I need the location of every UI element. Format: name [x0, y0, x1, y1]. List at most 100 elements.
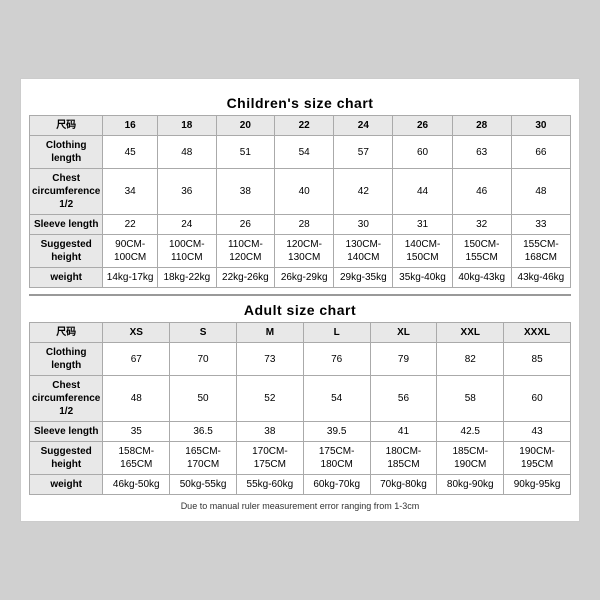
table-cell: 44	[393, 169, 452, 215]
table-row: Clothing length4548515457606366	[30, 136, 571, 169]
table-cell: 28	[275, 215, 334, 235]
table-cell: 140CM-150CM	[393, 235, 452, 268]
row-label: Suggested height	[30, 235, 103, 268]
table-cell: 175CM-180CM	[303, 442, 370, 475]
table-cell: 150CM-155CM	[452, 235, 511, 268]
row-label: Clothing length	[30, 343, 103, 376]
table-cell: 24	[157, 215, 216, 235]
table-cell: 48	[103, 376, 170, 422]
children-header-cell: 20	[216, 116, 274, 136]
table-cell: 46	[452, 169, 511, 215]
table-cell: 90kg-95kg	[504, 475, 571, 495]
table-cell: 60kg-70kg	[303, 475, 370, 495]
table-cell: 22	[103, 215, 158, 235]
note: Due to manual ruler measurement error ra…	[29, 501, 571, 511]
row-label: weight	[30, 268, 103, 288]
table-cell: 35kg-40kg	[393, 268, 452, 288]
row-label: Chest circumference 1/2	[30, 169, 103, 215]
table-cell: 54	[275, 136, 334, 169]
table-cell: 18kg-22kg	[157, 268, 216, 288]
table-cell: 80kg-90kg	[437, 475, 504, 495]
row-label: Sleeve length	[30, 215, 103, 235]
table-cell: 55kg-60kg	[236, 475, 303, 495]
table-cell: 70	[170, 343, 237, 376]
table-cell: 58	[437, 376, 504, 422]
adult-header-cell: XXL	[437, 323, 504, 343]
table-cell: 33	[511, 215, 570, 235]
table-cell: 60	[504, 376, 571, 422]
table-cell: 48	[511, 169, 570, 215]
children-title: Children's size chart	[29, 95, 571, 111]
table-row: Clothing length67707376798285	[30, 343, 571, 376]
table-row: weight46kg-50kg50kg-55kg55kg-60kg60kg-70…	[30, 475, 571, 495]
table-cell: 42	[334, 169, 393, 215]
table-cell: 120CM-130CM	[275, 235, 334, 268]
adult-header-cell: S	[170, 323, 237, 343]
adult-header-cell: L	[303, 323, 370, 343]
table-cell: 38	[216, 169, 274, 215]
table-cell: 29kg-35kg	[334, 268, 393, 288]
adult-header-cell: XS	[103, 323, 170, 343]
table-row: Suggested height158CM-165CM165CM-170CM 17…	[30, 442, 571, 475]
divider	[29, 294, 571, 296]
children-header-cell: 18	[157, 116, 216, 136]
table-cell: 51	[216, 136, 274, 169]
table-cell: 158CM-165CM	[103, 442, 170, 475]
table-cell: 48	[157, 136, 216, 169]
row-label: Chest circumference 1/2	[30, 376, 103, 422]
table-cell: 85	[504, 343, 571, 376]
row-label: Clothing length	[30, 136, 103, 169]
table-cell: 50	[170, 376, 237, 422]
table-cell: 155CM-168CM	[511, 235, 570, 268]
table-cell: 45	[103, 136, 158, 169]
table-cell: 130CM-140CM	[334, 235, 393, 268]
table-row: weight14kg-17kg18kg-22kg22kg-26kg26kg-29…	[30, 268, 571, 288]
row-label: Sleeve length	[30, 422, 103, 442]
table-row: Suggested height90CM-100CM100CM-110CM110…	[30, 235, 571, 268]
table-cell: 165CM-170CM	[170, 442, 237, 475]
table-row: Chest circumference 1/248505254565860	[30, 376, 571, 422]
children-header-cell: 26	[393, 116, 452, 136]
table-cell: 56	[370, 376, 437, 422]
children-table: 尺码1618202224262830 Clothing length454851…	[29, 115, 571, 288]
adult-header-cell: XL	[370, 323, 437, 343]
table-cell: 43kg-46kg	[511, 268, 570, 288]
table-cell: 30	[334, 215, 393, 235]
adult-header-cell: XXXL	[504, 323, 571, 343]
table-cell: 90CM-100CM	[103, 235, 158, 268]
table-cell: 54	[303, 376, 370, 422]
adult-header-cell: 尺码	[30, 323, 103, 343]
table-cell: 36	[157, 169, 216, 215]
children-header-cell: 22	[275, 116, 334, 136]
table-cell: 63	[452, 136, 511, 169]
table-cell: 26kg-29kg	[275, 268, 334, 288]
table-cell: 32	[452, 215, 511, 235]
table-cell: 82	[437, 343, 504, 376]
row-label: Suggested height	[30, 442, 103, 475]
table-cell: 67	[103, 343, 170, 376]
adult-title: Adult size chart	[29, 302, 571, 318]
table-cell: 39.5	[303, 422, 370, 442]
table-cell: 57	[334, 136, 393, 169]
table-cell: 110CM-120CM	[216, 235, 274, 268]
table-cell: 35	[103, 422, 170, 442]
table-cell: 41	[370, 422, 437, 442]
children-header-cell: 28	[452, 116, 511, 136]
table-cell: 60	[393, 136, 452, 169]
table-row: Chest circumference 1/23436384042444648	[30, 169, 571, 215]
table-cell: 31	[393, 215, 452, 235]
table-cell: 70kg-80kg	[370, 475, 437, 495]
adult-table: 尺码XSSMLXLXXLXXXL Clothing length67707376…	[29, 322, 571, 495]
table-cell: 36.5	[170, 422, 237, 442]
children-header-cell: 24	[334, 116, 393, 136]
table-cell: 50kg-55kg	[170, 475, 237, 495]
table-cell: 26	[216, 215, 274, 235]
table-cell: 40	[275, 169, 334, 215]
chart-wrapper: Children's size chart 尺码1618202224262830…	[20, 78, 580, 522]
table-cell: 79	[370, 343, 437, 376]
table-cell: 73	[236, 343, 303, 376]
table-cell: 52	[236, 376, 303, 422]
children-header-cell: 30	[511, 116, 570, 136]
table-cell: 46kg-50kg	[103, 475, 170, 495]
adult-header-cell: M	[236, 323, 303, 343]
